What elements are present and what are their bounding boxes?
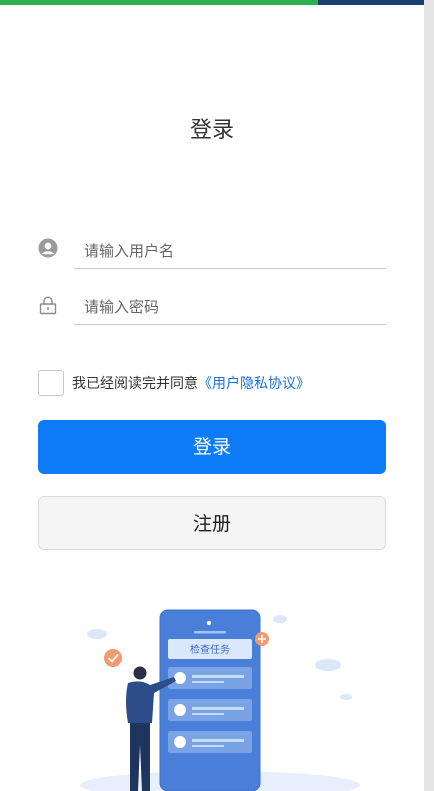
scroll-gutter [424,0,434,791]
top-bar-accent [318,0,424,5]
register-button[interactable]: 注册 [38,496,386,550]
agreement-label: 我已经阅读完并同意 [72,376,198,392]
user-icon [38,238,58,258]
task-label: 检查任务 [190,643,230,656]
username-input[interactable] [74,236,384,266]
lock-icon [38,295,58,315]
top-progress-bar [0,0,318,5]
privacy-policy-link[interactable]: 《用户隐私协议》 [198,376,310,392]
username-field[interactable] [74,236,386,269]
page-title: 登录 [189,118,234,143]
login-illustration: 检查任务 [80,609,360,791]
agreement-checkbox[interactable] [38,370,64,396]
login-button[interactable]: 登录 [38,420,386,474]
login-page: 登录 我已经阅读完并同意《用户隐私协议》 登录 注册 [0,0,424,791]
password-input[interactable] [74,292,384,322]
password-field[interactable] [74,292,386,325]
agreement-text: 我已经阅读完并同意《用户隐私协议》 [72,373,310,393]
